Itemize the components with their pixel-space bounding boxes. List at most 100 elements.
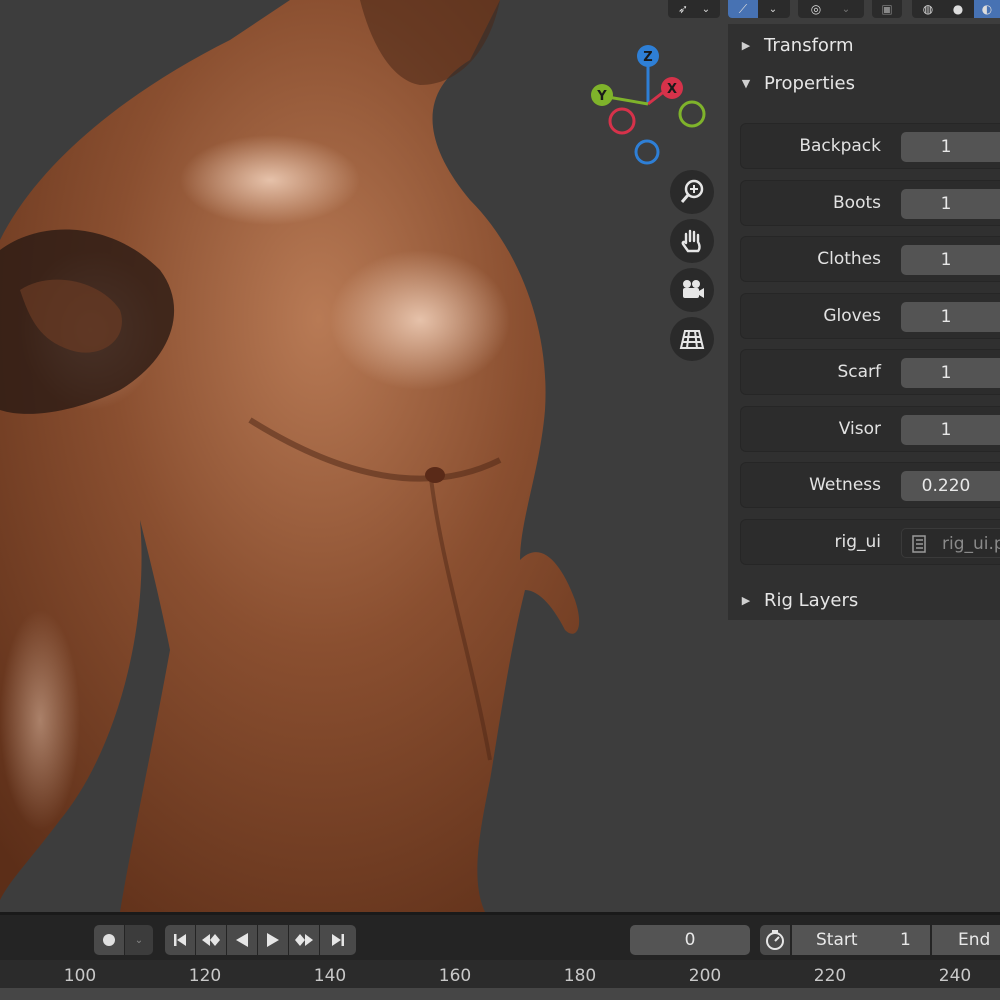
text-document-icon [912,535,926,553]
panel-title: Properties [764,72,855,94]
stopwatch-icon [766,930,784,950]
timeline-ruler[interactable]: 100 120 140 160 180 200 220 240 [0,960,1000,1000]
cursor-icon[interactable]: ➶ [672,0,694,18]
property-row: Scarf 1 [740,349,1000,395]
ruler-tick-label: 220 [813,966,847,986]
prev-keyframe-icon [202,934,220,946]
jump-start-button[interactable] [165,925,195,955]
camera-icon [683,280,704,298]
ruler-tick-label: 240 [938,966,972,986]
property-value-field[interactable]: 0.220 [901,471,1000,501]
start-value: 1 [900,930,911,950]
auto-keying-button[interactable] [94,925,124,955]
property-label: Backpack [799,136,881,156]
zoom-button[interactable] [670,170,714,214]
next-keyframe-icon [295,934,313,946]
neg-x-axis-handle[interactable] [608,107,636,135]
neg-y-axis-handle[interactable] [678,100,706,128]
timeline-track-area[interactable] [0,988,1000,1000]
keying-dropdown[interactable]: ⌄ [125,925,153,955]
play-reverse-button[interactable] [227,925,257,955]
zoom-icon [680,179,704,203]
jump-end-icon [332,934,344,946]
property-row: rig_ui rig_ui.py [740,519,1000,565]
record-icon [103,934,115,946]
panel-title: Transform [764,34,854,56]
property-row: Gloves 1 [740,293,1000,339]
play-reverse-icon [236,933,248,947]
end-frame-field[interactable]: End [932,925,1000,955]
solid-shading-icon[interactable]: ● [944,0,972,18]
property-value-field[interactable]: 1 [901,358,1000,388]
3d-viewport[interactable]: ➶ ⌄ ⟋ ⌄ ◎ ⌄ ▣ ◍ ● ◐ Z X Y ▶ Transform ▼ … [0,0,1000,912]
property-label: Visor [838,419,881,439]
overlay-icon[interactable]: ◎ [802,0,830,18]
navigation-gizmo[interactable]: Z X Y [584,40,714,170]
property-value-field[interactable]: 1 [901,132,1000,162]
ruler-tick-label: 160 [438,966,472,986]
properties-panel-header[interactable]: ▼ Properties [728,64,1000,102]
ruler-tick-label: 120 [188,966,222,986]
jump-start-icon [174,934,186,946]
property-row: Boots 1 [740,180,1000,226]
property-row: Wetness 0.220 [740,462,1000,508]
ortho-grid-icon [679,330,705,349]
z-axis-label: Z [643,50,652,65]
text-file-name: rig_ui.py [942,534,1000,554]
property-value-field[interactable]: 1 [901,415,1000,445]
x-axis-label: X [667,82,677,97]
sidebar-panel: ▶ Transform ▼ Properties Backpack 1 Boot… [728,24,1000,620]
property-value-field[interactable]: 1 [901,189,1000,219]
start-frame-field[interactable]: Start 1 [792,925,930,955]
play-icon [267,933,279,947]
snap-icon[interactable]: ⟋ [728,0,758,18]
camera-view-button[interactable] [670,268,714,312]
wireframe-shading-icon[interactable]: ◍ [914,0,942,18]
current-frame-field[interactable]: 0 [630,925,750,955]
ortho-toggle-button[interactable] [670,317,714,361]
transform-panel-header[interactable]: ▶ Transform [728,26,1000,64]
property-label: rig_ui [834,532,881,552]
rig-layers-panel-header[interactable]: ▶ Rig Layers [728,581,1000,619]
property-label: Gloves [823,306,881,326]
play-button[interactable] [258,925,288,955]
jump-end-button[interactable] [320,925,356,955]
pan-button[interactable] [670,219,714,263]
material-shading-icon[interactable]: ◐ [974,0,1000,18]
y-axis-label: Y [596,89,607,104]
snapping-group: ⟋ ⌄ [728,0,790,18]
property-label: Boots [833,193,881,213]
property-label: Scarf [837,362,881,382]
chevron-down-icon[interactable]: ⌄ [834,0,858,18]
select-mode-group: ➶ ⌄ [668,0,720,18]
chevron-down-icon: ⌄ [134,934,144,946]
panel-title: Rig Layers [764,589,859,611]
property-row: Backpack 1 [740,123,1000,169]
property-value-field[interactable]: 1 [901,302,1000,332]
ruler-tick-label: 180 [563,966,597,986]
overlay-group: ◎ ⌄ [798,0,864,18]
shading-group: ◍ ● ◐ [912,0,1000,18]
collapsed-arrow-icon: ▶ [741,593,751,607]
property-label: Clothes [817,249,881,269]
property-value-field[interactable]: 1 [901,245,1000,275]
start-label: Start [816,930,858,950]
timeline-header: ⌄ 0 Start 1 End [0,912,1000,960]
pan-hand-icon [681,229,701,253]
property-row: Clothes 1 [740,236,1000,282]
expanded-arrow-icon: ▼ [741,76,751,90]
preview-range-button[interactable] [760,925,790,955]
neg-z-axis-handle[interactable] [634,139,660,165]
xray-icon[interactable]: ▣ [874,0,900,18]
ruler-tick-label: 140 [313,966,347,986]
xray-group: ▣ [872,0,902,18]
ruler-tick-label: 200 [688,966,722,986]
text-file-field[interactable]: rig_ui.py [901,528,1000,558]
collapsed-arrow-icon: ▶ [741,38,751,52]
property-label: Wetness [809,475,881,495]
prev-keyframe-button[interactable] [196,925,226,955]
next-keyframe-button[interactable] [289,925,319,955]
ruler-tick-label: 100 [63,966,97,986]
chevron-down-icon[interactable]: ⌄ [760,0,786,18]
chevron-down-icon[interactable]: ⌄ [696,0,716,18]
